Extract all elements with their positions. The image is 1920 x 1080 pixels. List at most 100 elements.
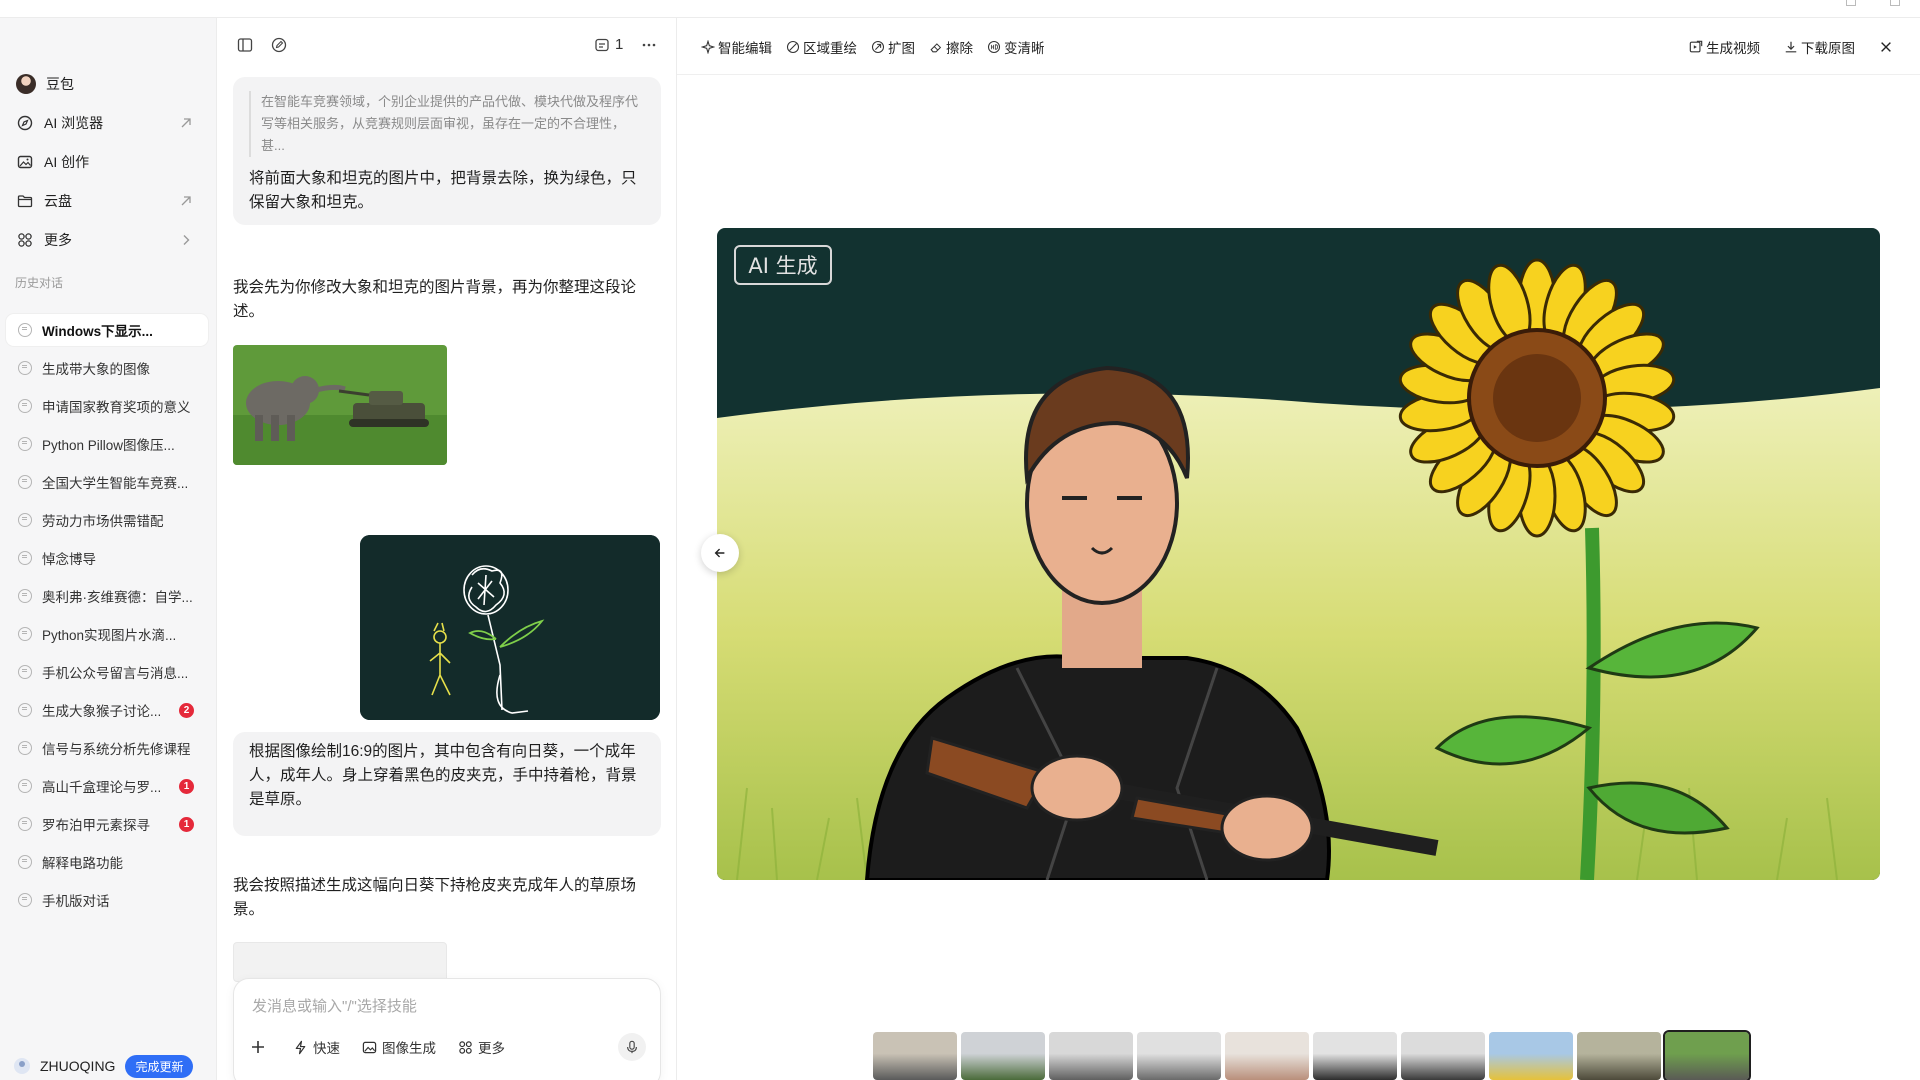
filmstrip-thumbnail[interactable] [873, 1032, 957, 1080]
user-message-text: 根据图像绘制16:9的图片，其中包含有向日葵，一个成年人，成年人。身上穿着黑色的… [249, 743, 637, 808]
history-item-label: 解释电路功能 [42, 856, 123, 871]
sidebar-item-label: AI 创作 [44, 154, 90, 170]
chat-bubble-icon [18, 817, 32, 831]
filmstrip-thumbnail[interactable] [1137, 1032, 1221, 1080]
history-item[interactable]: Python Pillow图像压... [6, 428, 208, 460]
history-item[interactable]: 申请国家教育奖项的意义 [6, 390, 208, 422]
chat-bubble-icon [18, 513, 32, 527]
sidebar-item-ai-create[interactable]: AI 创作 [6, 144, 208, 180]
history-item[interactable]: 罗布泊甲元素探寻 1 [6, 808, 208, 840]
history-item[interactable]: Python实现图片水滴... [6, 618, 208, 650]
close-viewer-button[interactable] [1879, 40, 1896, 54]
add-attachment-button[interactable] [250, 1039, 271, 1055]
external-arrow-icon [178, 115, 194, 131]
profile-item[interactable]: 豆包 [6, 66, 208, 102]
ai-watermark: AI 生成 [748, 254, 817, 278]
history-item[interactable]: Windows下显示... [6, 314, 208, 346]
filmstrip-thumbnail[interactable] [1225, 1032, 1309, 1080]
history-item[interactable]: 生成带大象的图像 [6, 352, 208, 384]
brush-icon [786, 40, 800, 54]
history-item[interactable]: 手机版对话 [6, 884, 208, 916]
filmstrip-thumbnail[interactable] [1313, 1032, 1397, 1080]
history-item[interactable]: 生成大象猴子讨论... 2 [6, 694, 208, 726]
grid-icon [16, 231, 34, 249]
eraser-icon [930, 43, 942, 53]
filmstrip-thumbnail[interactable] [1049, 1032, 1133, 1080]
expand-icon [871, 40, 885, 54]
history-item-label: 生成带大象的图像 [42, 362, 150, 377]
previous-image-button[interactable] [701, 534, 739, 572]
viewer-actions: 生成视频 下载原图 [1689, 37, 1896, 57]
new-chat-icon[interactable] [270, 36, 288, 54]
update-button[interactable]: 完成更新 [125, 1054, 194, 1078]
download-original-label: 下载原图 [1801, 41, 1855, 56]
external-arrow-icon [178, 193, 194, 209]
history-item[interactable]: 全国大学生智能车竞赛... [6, 466, 208, 498]
history-item[interactable]: 信号与系统分析先修课程 [6, 732, 208, 764]
history-item[interactable]: 解释电路功能 [6, 846, 208, 878]
history-item-label: 罗布泊甲元素探寻 [42, 818, 150, 833]
history-item-label: Windows下显示... [42, 324, 153, 339]
context-icon [595, 38, 609, 51]
user-row[interactable]: ZHUOQING 完成更新 [14, 1052, 194, 1080]
close-icon [1881, 42, 1891, 52]
expand-image-button[interactable]: 扩图 [871, 37, 915, 57]
microphone-button[interactable] [618, 1033, 646, 1061]
chat-bubble-icon [18, 741, 32, 755]
sketch-image[interactable] [360, 535, 660, 720]
unread-badge: 1 [179, 779, 194, 794]
history-item[interactable]: 劳动力市场供需错配 [6, 504, 208, 536]
history-item-label: 悼念博导 [42, 552, 96, 567]
filmstrip-thumbnail[interactable] [1577, 1032, 1661, 1080]
more-skills-button[interactable]: 更多 [458, 1037, 505, 1057]
context-count[interactable]: 1 [594, 36, 623, 53]
plus-icon [252, 1041, 264, 1053]
generated-image[interactable]: AI 生成 [717, 228, 1880, 880]
quick-mode-button[interactable]: 快速 [293, 1037, 340, 1057]
filmstrip-thumbnail[interactable] [961, 1032, 1045, 1080]
history-item-label: Python实现图片水滴... [42, 628, 177, 643]
generated-image-thumbnail[interactable] [233, 942, 447, 982]
smart-edit-button[interactable]: 智能编辑 [701, 37, 772, 57]
sidebar-item-ai-browser[interactable]: AI 浏览器 [6, 105, 208, 141]
history-item[interactable]: 悼念博导 [6, 542, 208, 574]
history-item[interactable]: 高山千盒理论与罗... 1 [6, 770, 208, 802]
filmstrip-thumbnail[interactable] [1663, 1030, 1751, 1080]
sidebar-item-more[interactable]: 更多 [6, 222, 208, 258]
ai-reply-text: 我会先为你修改大象和坦克的图片背景，再为你整理这段论述。 [233, 279, 637, 320]
chat-bubble-icon [18, 437, 32, 451]
avatar [16, 74, 36, 94]
erase-button[interactable]: 擦除 [929, 37, 973, 57]
chat-bubble-icon [18, 665, 32, 679]
history-item[interactable]: 奥利弗·亥维赛德：自学... [6, 580, 208, 612]
chat-bubble-icon [18, 399, 32, 413]
history-section-label: 历史对话 [15, 276, 64, 290]
region-redraw-label: 区域重绘 [803, 41, 857, 56]
window-top-strip [0, 0, 1920, 18]
region-redraw-button[interactable]: 区域重绘 [786, 37, 857, 57]
maximize-control[interactable] [1890, 0, 1900, 6]
ai-reply-text: 我会按照描述生成这幅向日葵下持枪皮夹克成年人的草原场景。 [233, 877, 637, 918]
filmstrip-thumbnail[interactable] [1401, 1032, 1485, 1080]
chat-bubble-icon [18, 893, 32, 907]
generate-video-button[interactable]: 生成视频 [1689, 37, 1760, 57]
chat-bubble-icon [18, 703, 32, 717]
enhance-button[interactable]: 变清晰 [987, 37, 1045, 57]
message-input[interactable]: 发消息或输入"/"选择技能 [252, 995, 417, 1016]
minimize-control[interactable] [1846, 0, 1856, 6]
more-options-icon[interactable] [640, 36, 658, 54]
download-original-button[interactable]: 下载原图 [1784, 37, 1855, 57]
history-item[interactable]: 手机公众号留言与消息... [6, 656, 208, 688]
image-generation-button[interactable]: 图像生成 [362, 1037, 436, 1057]
user-message-bubble: 根据图像绘制16:9的图片，其中包含有向日葵，一个成年人，成年人。身上穿着黑色的… [233, 732, 661, 836]
chat-bubble-icon [18, 551, 32, 565]
sidebar-toggle-icon[interactable] [236, 36, 254, 54]
enhance-label: 变清晰 [1004, 41, 1045, 56]
microphone-icon [627, 1040, 637, 1054]
filmstrip-thumbnail[interactable] [1489, 1032, 1573, 1080]
chat-bubble-icon [18, 589, 32, 603]
hd-icon [987, 40, 1001, 54]
quoted-text: 在智能车竞赛领域，个别企业提供的产品代做、模块代做及程序代写等相关服务，从竞赛规… [249, 91, 645, 157]
elephant-tank-thumbnail[interactable] [233, 345, 447, 465]
sidebar-item-cloud-drive[interactable]: 云盘 [6, 183, 208, 219]
